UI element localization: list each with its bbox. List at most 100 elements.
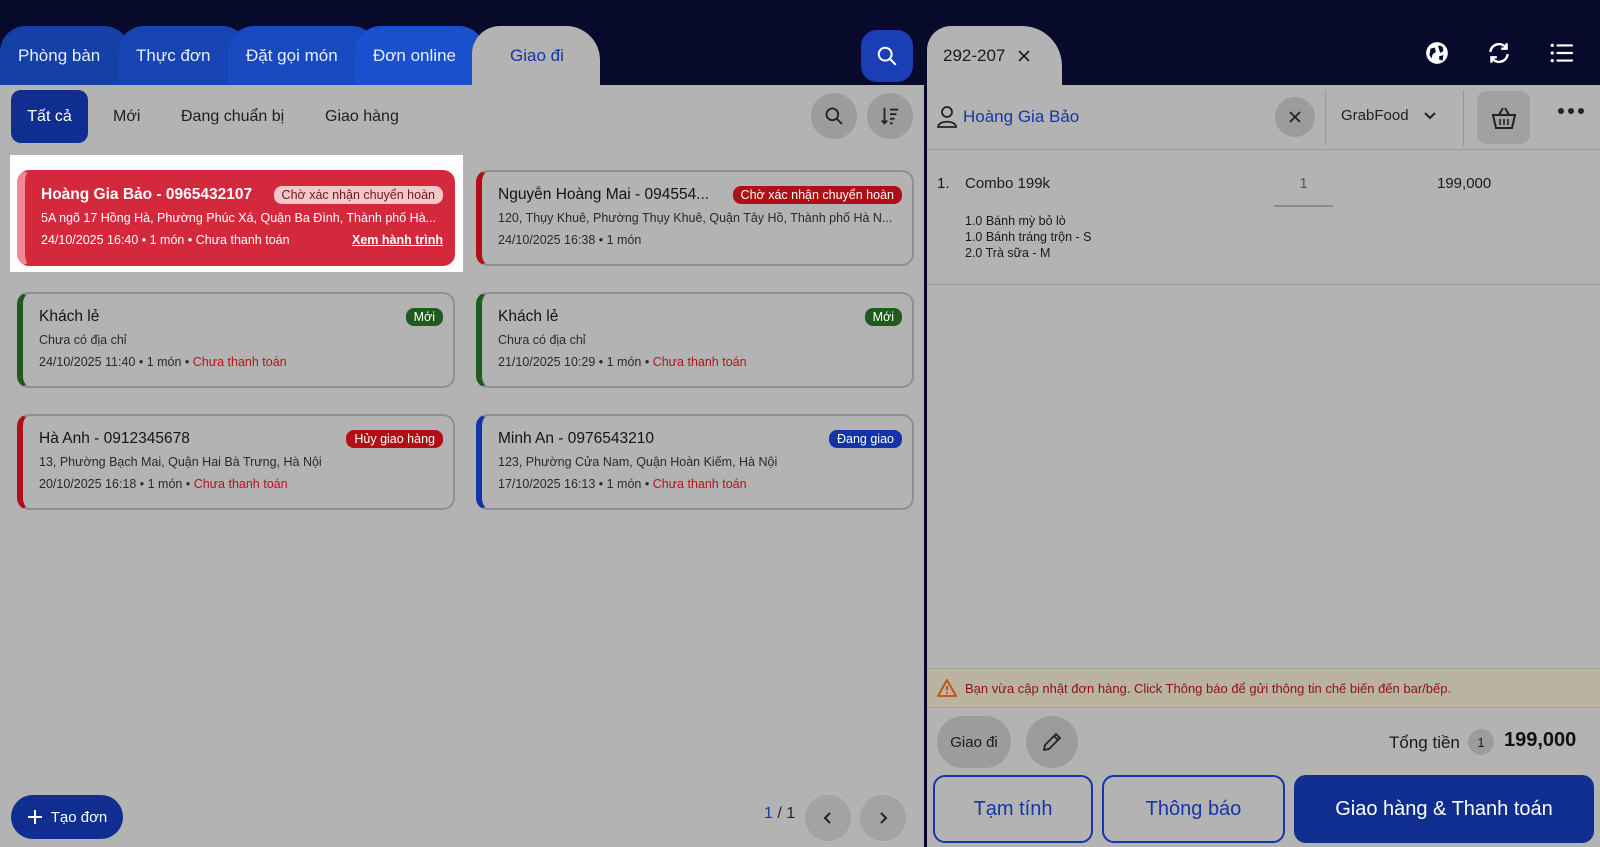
chevron-left-icon xyxy=(823,812,831,824)
list-menu-icon[interactable] xyxy=(1549,40,1575,66)
total-item-count: 1 xyxy=(1468,729,1494,755)
payment-status: Chưa thanh toán xyxy=(193,477,288,491)
separator xyxy=(1325,90,1326,146)
order-customer: Hà Anh - 0912345678 xyxy=(39,430,190,447)
order-card[interactable]: Nguyễn Hoàng Mai - 094554... Chờ xác nhậ… xyxy=(476,170,914,266)
create-order-label: Tạo đơn xyxy=(50,808,108,826)
order-detail-panel: Hoàng Gia Bảo GrabFood 1. Combo 199k 1 1… xyxy=(927,85,1600,847)
order-address: 5A ngõ 17 Hồng Hà, Phường Phúc Xá, Quận … xyxy=(41,211,437,225)
item-detail-line: 1.0 Bánh tráng trộn - S xyxy=(965,230,1092,244)
track-link[interactable]: Xem hành trình xyxy=(352,233,443,247)
notify-button[interactable]: Thông báo xyxy=(1102,775,1285,843)
item-quantity[interactable]: 1 xyxy=(1274,171,1333,207)
page-current: 1 xyxy=(764,805,773,822)
close-icon[interactable] xyxy=(1017,49,1031,63)
search-icon xyxy=(825,107,843,125)
order-item[interactable]: 1. Combo 199k 1 199,000 1.0 Bánh mỳ bỏ l… xyxy=(927,151,1600,285)
edit-button[interactable] xyxy=(1026,716,1078,768)
page-total: / 1 xyxy=(772,805,796,822)
pencil-icon xyxy=(1043,733,1061,751)
order-customer: Nguyễn Hoàng Mai - 094554... xyxy=(498,186,710,203)
order-address: 123, Phường Cửa Nam, Quận Hoàn Kiếm, Hà … xyxy=(498,455,778,469)
search-icon xyxy=(877,46,897,66)
clear-customer-button[interactable] xyxy=(1275,97,1315,137)
separator xyxy=(1463,90,1464,146)
status-badge: Chờ xác nhận chuyển hoàn xyxy=(273,186,443,204)
item-detail-line: 1.0 Bánh mỳ bỏ lò xyxy=(965,214,1066,228)
order-customer: Minh An - 0976543210 xyxy=(498,430,654,447)
more-icon[interactable] xyxy=(1557,107,1585,115)
filter-giao-hang[interactable]: Giao hàng xyxy=(325,90,399,143)
channel-value: GrabFood xyxy=(1341,107,1409,124)
basket-icon xyxy=(1491,107,1516,129)
order-card[interactable]: Khách lẻ Mới Chưa có địa chỉ 21/10/2025 … xyxy=(476,292,914,388)
filter-moi[interactable]: Mới xyxy=(113,90,140,143)
search-button[interactable] xyxy=(861,30,913,82)
total-value: 199,000 xyxy=(1504,729,1577,751)
customer-name[interactable]: Hoàng Gia Bảo xyxy=(963,107,1079,127)
order-customer: Khách lẻ xyxy=(498,308,559,325)
order-address: Chưa có địa chỉ xyxy=(39,333,127,347)
update-warning: Bạn vừa cập nhật đơn hàng. Click Thông b… xyxy=(927,668,1600,708)
order-meta: 24/10/2025 16:38 • 1 món xyxy=(498,233,642,247)
order-meta: 17/10/2025 16:13 • 1 món • xyxy=(498,477,653,491)
order-meta: 24/10/2025 16:40 • 1 món • Chưa thanh to… xyxy=(41,233,290,247)
status-badge: Đang giao xyxy=(829,430,902,448)
order-address: 13, Phường Bạch Mai, Quận Hai Bà Trưng, … xyxy=(39,455,322,469)
item-detail-line: 2.0 Trà sữa - M xyxy=(965,246,1051,260)
tab-don-online[interactable]: Đơn online xyxy=(355,26,485,85)
order-customer: Hoàng Gia Bảo - 0965432107 xyxy=(41,186,253,203)
payment-status: Chưa thanh toán xyxy=(652,355,747,369)
create-order-button[interactable]: Tạo đơn xyxy=(11,795,123,839)
order-tab[interactable]: 292-207 xyxy=(927,26,1062,85)
payment-status: Chưa thanh toán xyxy=(652,477,747,491)
sort-icon xyxy=(881,107,899,125)
order-customer: Khách lẻ xyxy=(39,308,100,325)
basket-button[interactable] xyxy=(1477,91,1530,144)
order-card[interactable]: Khách lẻ Mới Chưa có địa chỉ 24/10/2025 … xyxy=(17,292,455,388)
filter-tat-ca[interactable]: Tất cả xyxy=(11,90,88,143)
total-label: Tổng tiền xyxy=(1389,733,1460,752)
tab-bar: Phòng bàn Thực đơn Đặt gọi món Đơn onlin… xyxy=(0,0,924,85)
chevron-right-icon xyxy=(880,812,888,824)
order-address: 120, Thụy Khuê, Phường Thụy Khuê, Quận T… xyxy=(498,211,893,225)
list-search-button[interactable] xyxy=(811,93,857,139)
order-list-panel: Tất cả Mới Đang chuẩn bị Giao hàng Hoàng… xyxy=(0,85,924,847)
item-index: 1. xyxy=(937,175,950,192)
status-badge: Chờ xác nhận chuyển hoàn xyxy=(732,186,902,204)
order-card[interactable]: Hà Anh - 0912345678 Hủy giao hàng 13, Ph… xyxy=(17,414,455,510)
payment-status: Chưa thanh toán xyxy=(192,355,287,369)
deliver-pay-button[interactable]: Giao hàng & Thanh toán xyxy=(1294,775,1594,843)
plus-icon xyxy=(27,810,42,824)
globe-icon[interactable] xyxy=(1424,40,1450,66)
sync-icon[interactable] xyxy=(1486,40,1512,66)
item-name: Combo 199k xyxy=(965,175,1051,192)
order-address: Chưa có địa chỉ xyxy=(498,333,586,347)
next-page-button[interactable] xyxy=(860,795,906,841)
sort-button[interactable] xyxy=(867,93,913,139)
status-badge: Hủy giao hàng xyxy=(346,430,443,448)
warning-text: Bạn vừa cập nhật đơn hàng. Click Thông b… xyxy=(965,680,1452,696)
user-icon xyxy=(937,106,957,128)
order-meta: 21/10/2025 10:29 • 1 món • xyxy=(498,355,653,369)
item-details: 1.0 Bánh mỳ bỏ lò 1.0 Bánh tráng trộn - … xyxy=(965,213,1091,261)
order-card[interactable]: Minh An - 0976543210 Đang giao 123, Phườ… xyxy=(476,414,914,510)
temp-total-button[interactable]: Tạm tính xyxy=(933,775,1093,843)
order-meta: 24/10/2025 11:40 • 1 món • xyxy=(39,355,193,369)
tab-phong-ban[interactable]: Phòng bàn xyxy=(0,26,130,85)
customer-row: Hoàng Gia Bảo GrabFood xyxy=(927,85,1600,150)
status-badge: Mới xyxy=(405,308,443,326)
filter-dang-chuan-bi[interactable]: Đang chuẩn bị xyxy=(181,90,284,143)
status-badge: Mới xyxy=(864,308,902,326)
order-tab-label: 292-207 xyxy=(943,45,1006,65)
close-icon xyxy=(1289,111,1301,123)
order-card[interactable]: Hoàng Gia Bảo - 0965432107 Chờ xác nhận … xyxy=(17,170,455,266)
chevron-down-icon xyxy=(1423,111,1436,119)
delivery-mode-button[interactable]: Giao đi xyxy=(937,716,1011,768)
item-price: 199,000 xyxy=(1437,175,1492,192)
prev-page-button[interactable] xyxy=(805,795,851,841)
warning-icon xyxy=(937,679,957,697)
tab-giao-di[interactable]: Giao đi xyxy=(472,26,600,85)
channel-select[interactable]: GrabFood xyxy=(1341,107,1437,124)
pagination: 1 / 1 xyxy=(764,805,795,823)
